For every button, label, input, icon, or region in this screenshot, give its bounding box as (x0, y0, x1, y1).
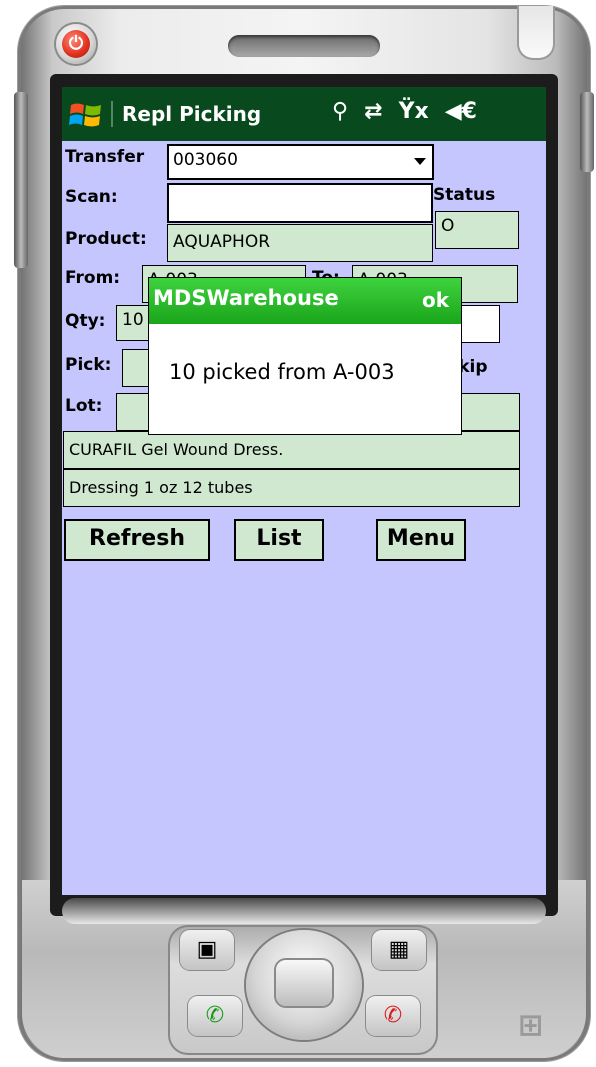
dpad-center-button[interactable] (276, 960, 332, 1006)
windows-start-icon[interactable] (68, 99, 104, 131)
calendar-grid-icon[interactable]: ▦ (372, 930, 426, 970)
popup-title: MDSWarehouse (153, 286, 339, 310)
description-line-2: Dressing 1 oz 12 tubes (63, 469, 520, 507)
power-icon: ⏻ (62, 30, 90, 58)
scan-label: Scan: (65, 187, 118, 207)
softkey-bar (62, 898, 546, 924)
refresh-button[interactable]: Refresh (64, 519, 210, 561)
status-icons[interactable]: ⚲ ⇄ Ÿx ◀€ (332, 99, 477, 129)
transfer-select[interactable]: 003060 (167, 144, 434, 180)
contacts-card-icon[interactable]: ▣ (180, 930, 234, 970)
qty-label: Qty: (65, 311, 106, 331)
earpiece-speaker (228, 35, 380, 57)
lot-label: Lot: (65, 396, 103, 416)
windows-mobile-logo-icon: ⊞ (518, 1008, 544, 1043)
power-button[interactable]: ⏻ (56, 24, 96, 64)
menu-button[interactable]: Menu (376, 519, 466, 561)
popup-ok-button[interactable]: ok (422, 288, 449, 312)
product-field: AQUAPHOR (167, 224, 433, 262)
app-screen: Repl Picking ⚲ ⇄ Ÿx ◀€ Transfer 003060 S… (62, 87, 546, 895)
call-green-icon[interactable]: ✆ (188, 996, 242, 1036)
dpad[interactable] (246, 930, 362, 1040)
chevron-down-icon (414, 158, 426, 165)
hangup-red-icon[interactable]: ✆ (366, 996, 420, 1036)
pick-label: Pick: (65, 355, 112, 375)
transfer-value: 003060 (173, 150, 238, 170)
status-field: O (435, 211, 519, 249)
antenna-icon: ⚲ (332, 99, 349, 124)
qty-entry-input[interactable] (456, 305, 500, 343)
scan-input[interactable] (167, 183, 433, 223)
title-bar: Repl Picking ⚲ ⇄ Ÿx ◀€ (62, 87, 546, 141)
transfer-label: Transfer (65, 147, 145, 167)
sync-arrows-icon: ⇄ (364, 99, 383, 124)
product-label: Product: (65, 229, 147, 249)
side-button-left[interactable] (14, 92, 28, 268)
speaker-icon: ◀€ (444, 99, 477, 124)
description-line-1: CURAFIL Gel Wound Dress. (63, 431, 520, 469)
list-button[interactable]: List (234, 519, 324, 561)
side-button-right[interactable] (580, 92, 594, 172)
status-label: Status (433, 185, 496, 205)
title-separator (111, 101, 113, 127)
message-popup: MDSWarehouse ok 10 picked from A-003 (148, 277, 462, 435)
popup-header: MDSWarehouse ok (149, 278, 461, 324)
stylus-slot[interactable] (517, 6, 555, 60)
no-signal-icon: Ÿx (398, 99, 429, 124)
from-label: From: (65, 268, 121, 288)
popup-message: 10 picked from A-003 (169, 360, 395, 384)
app-title: Repl Picking (122, 102, 262, 126)
